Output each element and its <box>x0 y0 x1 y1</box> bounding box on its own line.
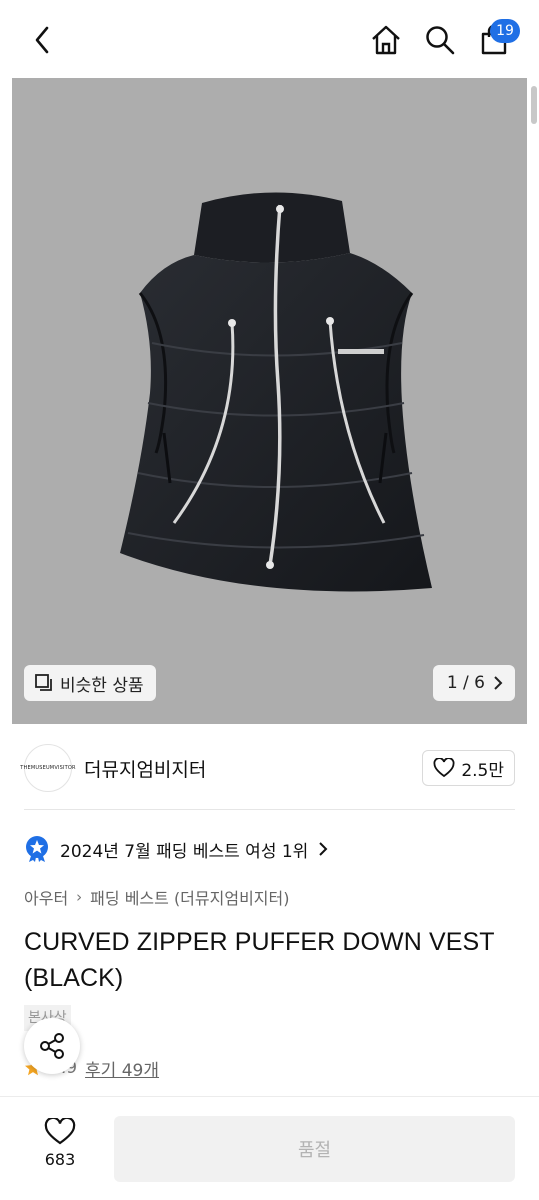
ranking-text: 2024년 7월 패딩 베스트 여성 1위 <box>60 841 309 862</box>
image-pager-button[interactable]: 1 / 6 <box>432 665 515 701</box>
back-button[interactable] <box>22 20 62 60</box>
similar-products-button[interactable]: 비슷한 상품 <box>24 665 156 701</box>
section-divider <box>24 809 515 810</box>
ranking-medal-icon <box>26 836 48 862</box>
breadcrumb-separator-icon: › <box>76 888 83 906</box>
breadcrumb: 아우터 › 패딩 베스트 (더뮤지엄비지터) <box>24 884 289 910</box>
home-icon <box>372 25 400 55</box>
share-icon <box>40 1033 64 1059</box>
product-image-gallery[interactable]: 비슷한 상품 1 / 6 <box>12 78 527 724</box>
image-pager-label: 1 / 6 <box>446 673 485 693</box>
top-navigation-bar: 19 <box>0 0 539 78</box>
product-title-line-2: (BLACK) <box>24 964 124 992</box>
page-scrollbar[interactable] <box>531 86 537 124</box>
search-button[interactable] <box>420 20 460 60</box>
product-title-line-1: CURVED ZIPPER PUFFER DOWN VEST <box>24 928 495 956</box>
brand-row[interactable]: THEMUSEUMVISITOR 더뮤지엄비지터 2.5만 <box>20 744 515 792</box>
similar-products-label: 비슷한 상품 <box>60 675 144 696</box>
brand-logo[interactable]: THEMUSEUMVISITOR <box>20 744 76 792</box>
breadcrumb-item-padding-vest[interactable]: 패딩 베스트 (더뮤지엄비지터) <box>90 885 289 909</box>
wishlist-count: 683 <box>44 1150 76 1169</box>
brand-name[interactable]: 더뮤지엄비지터 <box>84 755 206 782</box>
brand-logo-text: THEMUSEUMVISITOR <box>20 765 76 771</box>
brand-like-button[interactable]: 2.5만 <box>422 750 515 786</box>
brand-like-count: 2.5만 <box>461 760 504 781</box>
search-icon <box>426 26 455 55</box>
back-icon <box>35 26 49 54</box>
heart-icon <box>44 1118 76 1145</box>
soldout-button[interactable]: 품절 <box>114 1116 515 1182</box>
chevron-right-icon <box>494 676 503 690</box>
bottom-bar-divider <box>0 1096 539 1097</box>
breadcrumb-item-outer[interactable]: 아우터 <box>24 885 68 909</box>
similar-products-icon <box>35 674 52 691</box>
home-button[interactable] <box>366 20 406 60</box>
product-image <box>102 183 442 613</box>
review-count-link[interactable]: 후기 49개 <box>85 1056 159 1081</box>
ranking-badge-link[interactable]: 2024년 7월 패딩 베스트 여성 1위 <box>24 834 328 864</box>
heart-icon <box>433 758 455 778</box>
share-button[interactable] <box>24 1018 80 1074</box>
chevron-right-icon <box>319 842 328 856</box>
wishlist-button[interactable]: 683 <box>30 1118 90 1178</box>
cart-count-badge: 19 <box>490 19 520 43</box>
product-title: CURVED ZIPPER PUFFER DOWN VEST (BLACK) <box>24 924 514 996</box>
